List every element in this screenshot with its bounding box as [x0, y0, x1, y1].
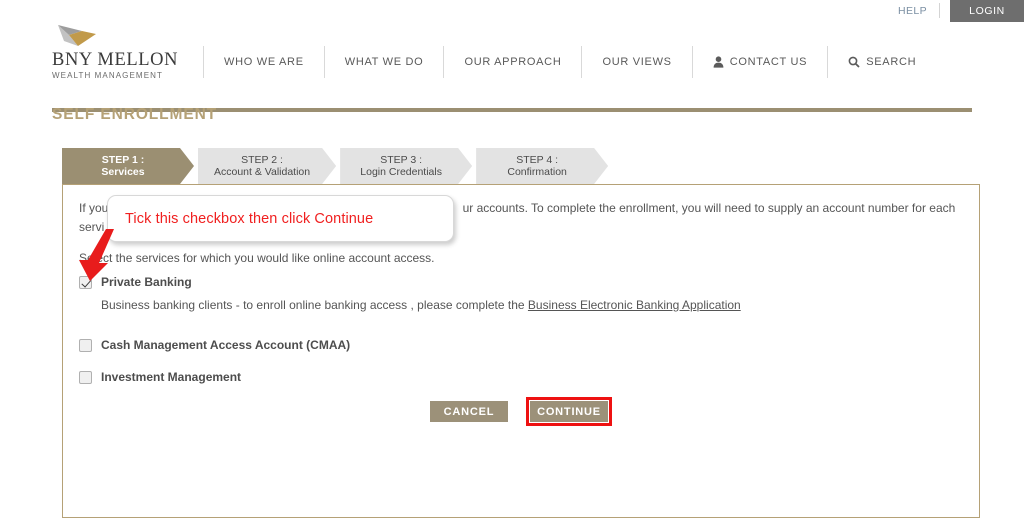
- service-label: Private Banking: [101, 275, 192, 289]
- help-link[interactable]: HELP: [898, 3, 940, 18]
- nav-label: WHAT WE DO: [344, 56, 424, 68]
- business-banking-note: Business banking clients - to enroll onl…: [101, 298, 963, 312]
- step-tab-3[interactable]: STEP 3 : Login Credentials: [340, 148, 472, 184]
- step-number-label: STEP 2 :: [241, 153, 283, 166]
- brand-name: BNY MELLON: [52, 50, 179, 70]
- nav-label: CONTACT US: [729, 56, 808, 68]
- service-row-cmaa[interactable]: Cash Management Access Account (CMAA): [79, 338, 963, 352]
- intro-text-end: ur accounts. To complete the enrollment,…: [462, 201, 956, 215]
- main-navigation: WHO WE ARE WHAT WE DO OUR APPROACH OUR V…: [203, 46, 936, 78]
- annotation-callout-text: Tick this checkbox then click Continue: [125, 210, 374, 227]
- nav-item-contact-us[interactable]: CONTACT US: [691, 46, 828, 78]
- checkbox-investment-management[interactable]: [79, 371, 92, 384]
- brand-logo[interactable]: BNY MELLON WEALTH MANAGEMENT: [52, 24, 202, 80]
- nav-item-what-we-do[interactable]: WHAT WE DO: [323, 46, 444, 78]
- service-row-investment-management[interactable]: Investment Management: [79, 370, 963, 384]
- step-title-label: Services: [101, 166, 145, 178]
- form-actions: CANCEL CONTINUE: [63, 397, 979, 426]
- nav-item-our-approach[interactable]: OUR APPROACH: [443, 46, 581, 78]
- step-progress-bar: STEP 1 : Services STEP 2 : Account & Val…: [62, 148, 612, 184]
- step-number-label: STEP 4 :: [516, 153, 559, 166]
- nav-label: SEARCH: [866, 56, 917, 68]
- login-button[interactable]: LOGIN: [950, 0, 1024, 22]
- search-icon: [848, 56, 860, 68]
- nav-label: WHO WE ARE: [224, 56, 304, 68]
- step-tab-4[interactable]: STEP 4 : Confirmation: [476, 148, 608, 184]
- nav-item-search[interactable]: SEARCH: [827, 46, 936, 78]
- step-number-label: STEP 1 :: [101, 153, 145, 166]
- select-instruction: Select the services for which you would …: [79, 251, 435, 265]
- service-label: Investment Management: [101, 370, 242, 384]
- annotation-callout: Tick this checkbox then click Continue: [107, 195, 454, 242]
- arrow-mark-icon: [56, 24, 100, 48]
- business-note-text: Business banking clients - to enroll onl…: [101, 298, 528, 312]
- step-title-label: Confirmation: [507, 166, 567, 178]
- service-label: Cash Management Access Account (CMAA): [101, 338, 351, 352]
- site-header: BNY MELLON WEALTH MANAGEMENT WHO WE ARE …: [0, 22, 1024, 112]
- business-electronic-banking-application-link[interactable]: Business Electronic Banking Application: [528, 298, 741, 312]
- nav-label: OUR VIEWS: [602, 56, 672, 68]
- step-title-label: Account & Validation: [214, 166, 311, 178]
- service-row-private-banking[interactable]: Private Banking: [79, 275, 963, 289]
- nav-label: OUR APPROACH: [464, 56, 562, 68]
- brand-tagline: WEALTH MANAGEMENT: [52, 71, 164, 80]
- step-number-label: STEP 3 :: [380, 153, 423, 166]
- cancel-button[interactable]: CANCEL: [430, 401, 508, 422]
- checkbox-cmaa[interactable]: [79, 339, 92, 352]
- page-title: SELF ENROLLMENT: [52, 106, 218, 123]
- step-tab-2[interactable]: STEP 2 : Account & Validation: [198, 148, 336, 184]
- step-tab-1[interactable]: STEP 1 : Services: [62, 148, 194, 184]
- continue-button[interactable]: CONTINUE: [530, 401, 608, 422]
- checkbox-private-banking[interactable]: [79, 276, 92, 289]
- step-title-label: Login Credentials: [360, 166, 442, 178]
- intro-text-line2: servi: [79, 220, 105, 234]
- utility-bar: HELP LOGIN: [898, 0, 1024, 22]
- person-icon: [713, 56, 724, 68]
- intro-text-start: If you: [79, 201, 109, 215]
- nav-item-who-we-are[interactable]: WHO WE ARE: [203, 46, 324, 78]
- continue-button-highlight: CONTINUE: [526, 397, 612, 426]
- nav-item-our-views[interactable]: OUR VIEWS: [581, 46, 691, 78]
